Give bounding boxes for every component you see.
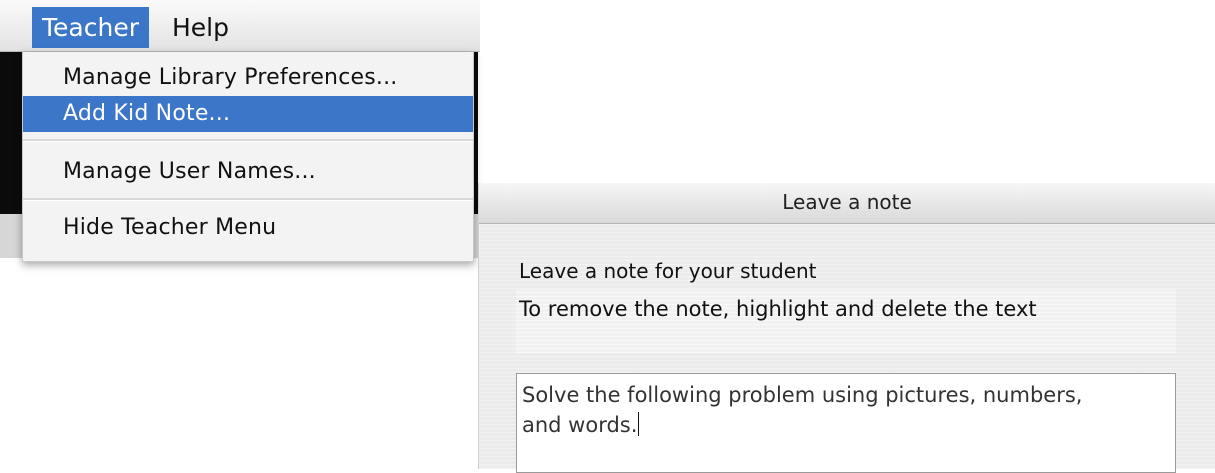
- dialog-title[interactable]: Leave a note: [479, 183, 1215, 224]
- teacher-menu-dropdown: Manage Library Preferences... Add Kid No…: [22, 52, 474, 262]
- menu-item-hide-teacher-menu[interactable]: Hide Teacher Menu: [23, 210, 473, 246]
- hint-label: To remove the note, highlight and delete…: [519, 297, 1037, 321]
- text-caret-icon: [638, 412, 640, 436]
- note-text: Solve the following problem using pictur…: [522, 383, 1083, 437]
- leave-note-dialog: Leave a note Leave a note for your stude…: [478, 183, 1215, 473]
- menu-item-add-kid-note[interactable]: Add Kid Note...: [23, 96, 473, 132]
- menu-separator: [23, 139, 473, 142]
- menu-teacher[interactable]: Teacher: [32, 7, 149, 48]
- menu-item-manage-library-preferences[interactable]: Manage Library Preferences...: [23, 60, 473, 96]
- note-text-area[interactable]: Solve the following problem using pictur…: [516, 373, 1176, 473]
- menu-help[interactable]: Help: [162, 7, 239, 48]
- menu-bar: Teacher Help: [0, 0, 480, 52]
- menu-separator: [23, 198, 473, 201]
- instruction-label: Leave a note for your student: [519, 259, 817, 283]
- menu-item-manage-user-names[interactable]: Manage User Names...: [23, 154, 473, 190]
